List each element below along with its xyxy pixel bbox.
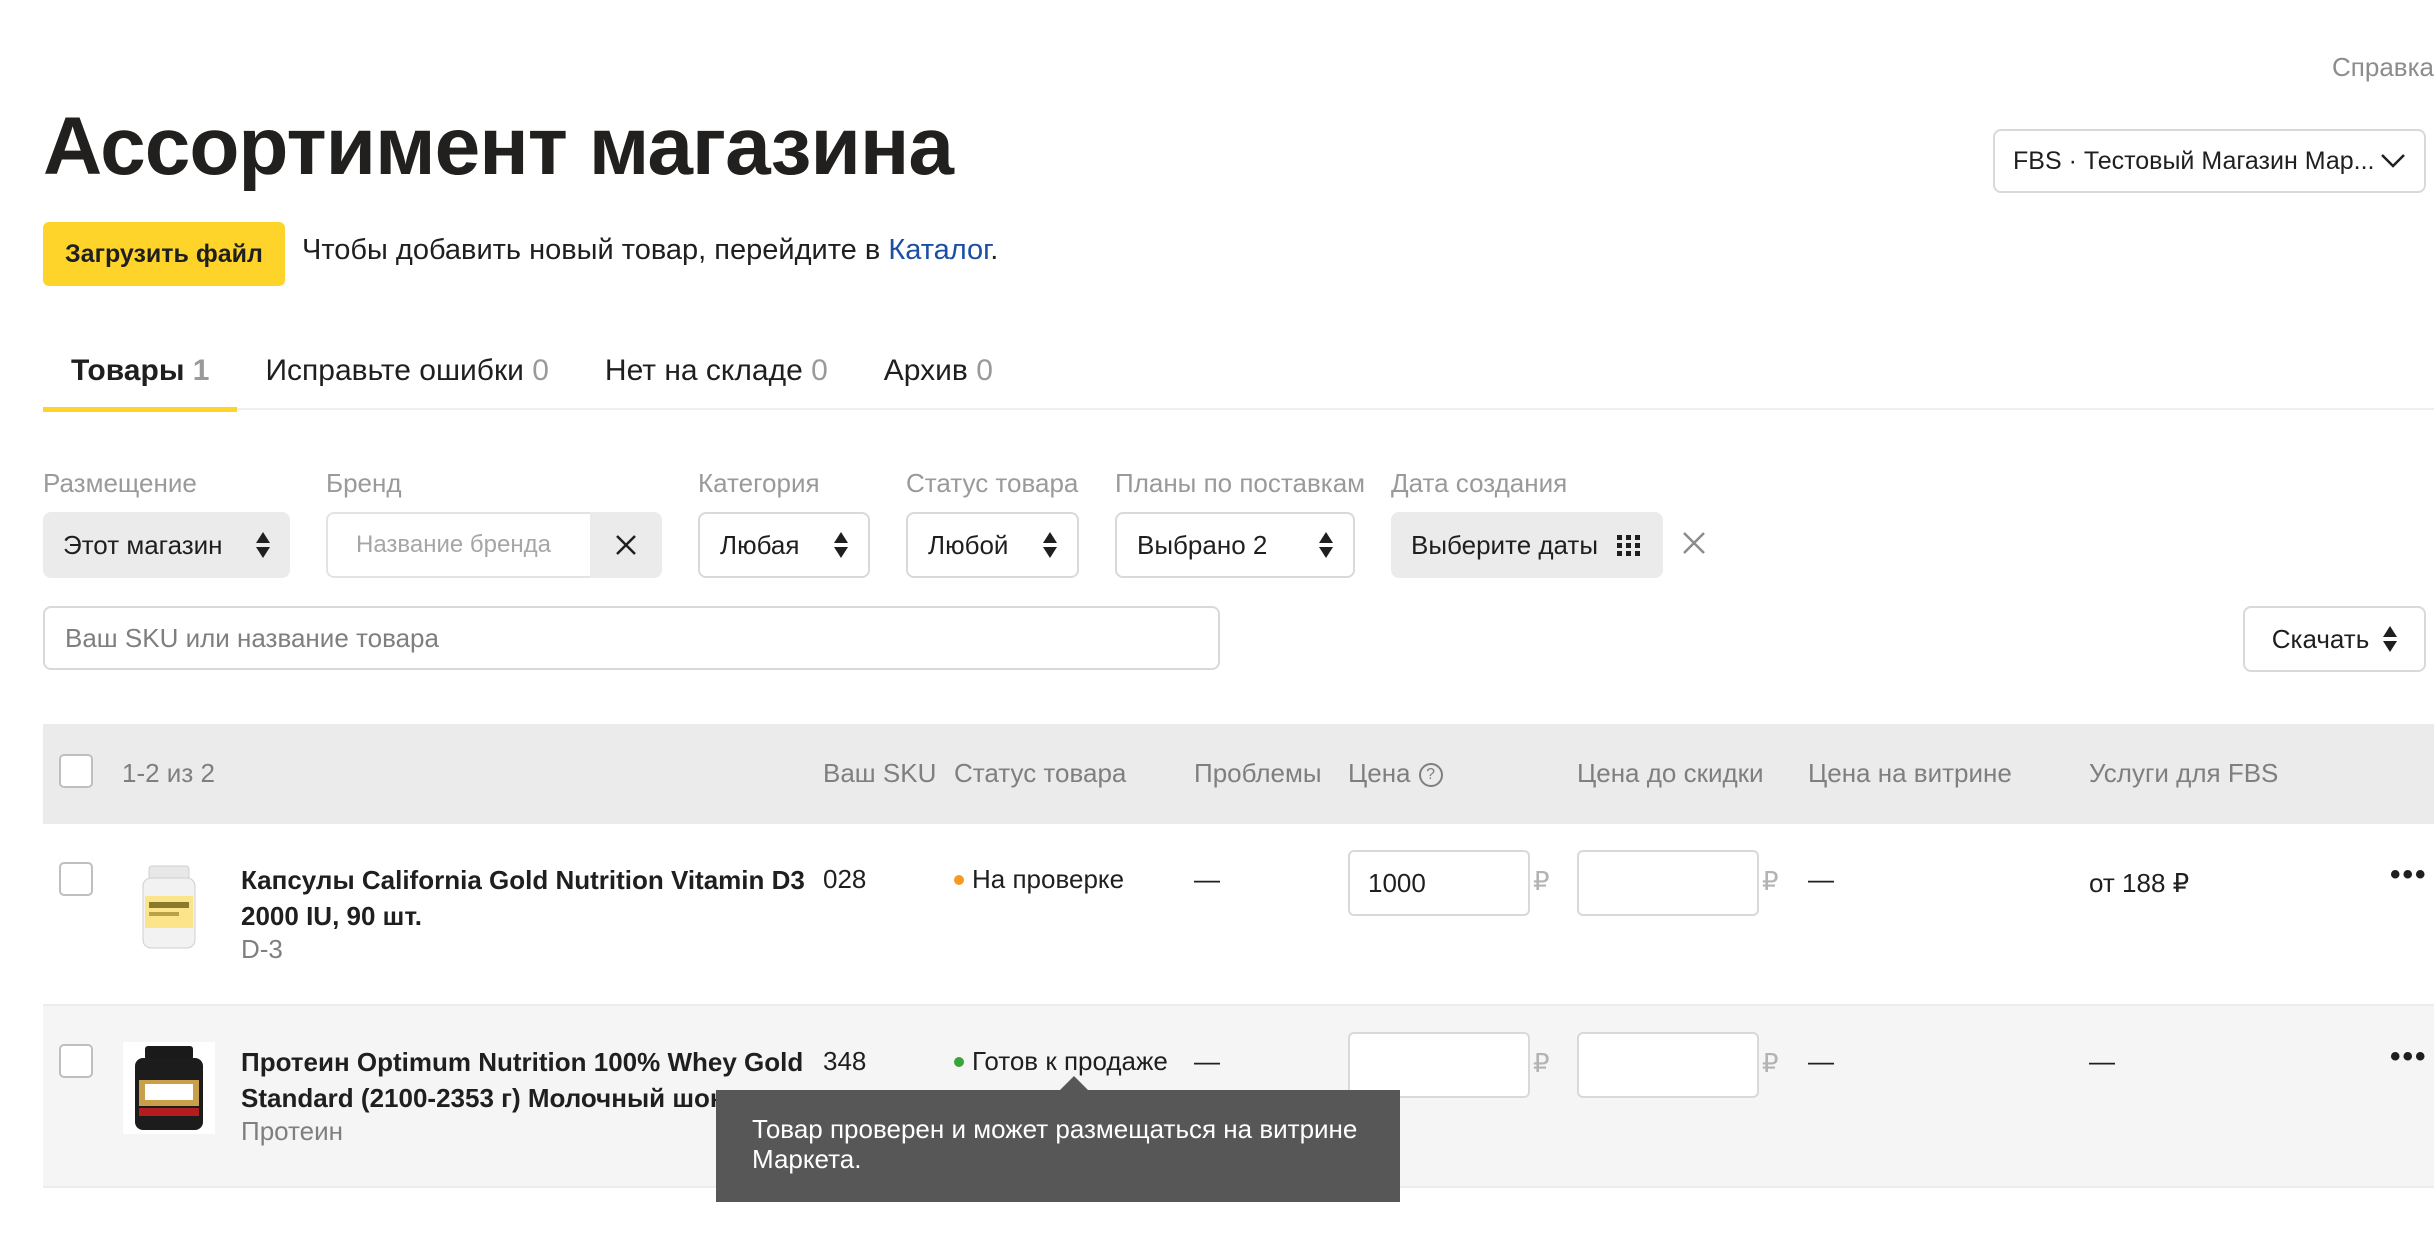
tab-out-of-stock[interactable]: Нет на складе 0 — [577, 340, 856, 410]
sku-value: 028 — [823, 864, 867, 894]
fbs-services-value: от 188 ₽ — [2089, 868, 2190, 898]
status-filter[interactable]: Любой — [906, 512, 1079, 578]
placement-filter[interactable]: Этот магазин — [43, 512, 290, 578]
problems-value: — — [1194, 1046, 1220, 1076]
catalog-link[interactable]: Каталог — [888, 234, 990, 266]
sku-value: 348 — [823, 1046, 867, 1076]
column-sku: Ваш SKU — [823, 758, 937, 788]
clear-brand-button[interactable] — [590, 512, 662, 578]
product-thumbnail[interactable] — [123, 1042, 215, 1134]
price-before-input[interactable] — [1577, 1032, 1759, 1098]
more-actions-icon[interactable]: ••• — [2390, 858, 2428, 892]
help-link[interactable]: Справка — [2332, 52, 2434, 83]
brand-filter: Название бренда — [326, 512, 662, 578]
column-price-before: Цена до скидки — [1577, 758, 1764, 788]
column-price-showcase: Цена на витрине — [1808, 758, 2012, 788]
status-badge: Готов к продаже — [954, 1046, 1168, 1077]
upload-file-button[interactable]: Загрузить файл — [43, 222, 285, 286]
currency-label: ₽ — [1533, 1048, 1550, 1078]
product-name[interactable]: Капсулы California Gold Nutrition Vitami… — [241, 862, 811, 934]
product-type: D-3 — [241, 934, 283, 964]
sort-arrows-icon — [1319, 532, 1333, 558]
close-icon — [616, 535, 636, 555]
category-filter[interactable]: Любая — [698, 512, 870, 578]
showcase-price-value: — — [1808, 864, 1834, 894]
store-selector[interactable]: FBS · Тестовый Магазин Мар... — [1993, 129, 2426, 193]
column-price: Цена? — [1348, 758, 1443, 789]
status-dot-icon — [954, 1056, 964, 1067]
tab-archive[interactable]: Архив 0 — [856, 340, 1021, 410]
category-filter-label: Категория — [698, 468, 820, 498]
row-checkbox[interactable] — [59, 1044, 93, 1078]
store-selector-label: FBS · Тестовый Магазин Мар... — [2013, 146, 2375, 175]
sku-search-input[interactable]: Ваш SKU или название товара — [43, 606, 1220, 670]
download-button[interactable]: Скачать — [2243, 606, 2426, 672]
select-all-checkbox[interactable] — [59, 754, 93, 788]
range-label: 1-2 из 2 — [122, 758, 215, 788]
column-status: Статус товара — [954, 758, 1127, 788]
supply-plans-filter[interactable]: Выбрано 2 — [1115, 512, 1355, 578]
tab-products[interactable]: Товары 1 — [43, 340, 238, 412]
row-checkbox[interactable] — [59, 862, 93, 896]
table-header: 1-2 из 2 Ваш SKU Статус товара Проблемы … — [43, 724, 2434, 824]
currency-label: ₽ — [1762, 1048, 1779, 1078]
help-icon[interactable]: ? — [1418, 763, 1443, 788]
tabs-bar: Товары 1 Исправьте ошибки 0 Нет на склад… — [43, 340, 2434, 412]
status-filter-label: Статус товара — [906, 468, 1079, 498]
date-filter[interactable]: Выберите даты — [1391, 512, 1663, 578]
problems-value: — — [1194, 864, 1220, 894]
status-badge: На проверке — [954, 864, 1124, 895]
column-fbs-services: Услуги для FBS — [2089, 758, 2279, 788]
date-filter-label: Дата создания — [1391, 468, 1568, 498]
product-type: Протеин — [241, 1116, 343, 1146]
sort-arrows-icon — [1043, 532, 1057, 558]
price-input[interactable]: 1000 — [1348, 850, 1530, 916]
column-problems: Проблемы — [1194, 758, 1322, 788]
price-input[interactable] — [1348, 1032, 1530, 1098]
currency-label: ₽ — [1533, 866, 1550, 896]
table-row: Капсулы California Gold Nutrition Vitami… — [43, 824, 2434, 1006]
fbs-services-value: — — [2089, 1046, 2115, 1076]
brand-filter-label: Бренд — [326, 468, 402, 498]
status-tooltip: Товар проверен и может размещаться на ви… — [716, 1076, 1400, 1202]
placement-filter-label: Размещение — [43, 468, 197, 498]
sort-arrows-icon — [2383, 626, 2398, 652]
page-title: Ассортимент магазина — [43, 101, 954, 192]
sort-arrows-icon — [256, 532, 270, 558]
status-dot-icon — [954, 874, 964, 885]
chevron-down-icon — [2381, 154, 2405, 168]
sort-arrows-icon — [834, 532, 848, 558]
calendar-grid-icon — [1617, 535, 1640, 556]
clear-date-icon[interactable] — [1682, 531, 1706, 555]
add-product-hint: Чтобы добавить новый товар, перейдите в … — [302, 234, 999, 266]
price-before-input[interactable] — [1577, 850, 1759, 916]
plans-filter-label: Планы по поставкам — [1115, 468, 1366, 498]
brand-input[interactable]: Название бренда — [326, 512, 590, 578]
currency-label: ₽ — [1762, 866, 1779, 896]
product-thumbnail[interactable] — [123, 860, 215, 952]
showcase-price-value: — — [1808, 1046, 1834, 1076]
more-actions-icon[interactable]: ••• — [2390, 1040, 2428, 1074]
tab-fix-errors[interactable]: Исправьте ошибки 0 — [237, 340, 576, 410]
